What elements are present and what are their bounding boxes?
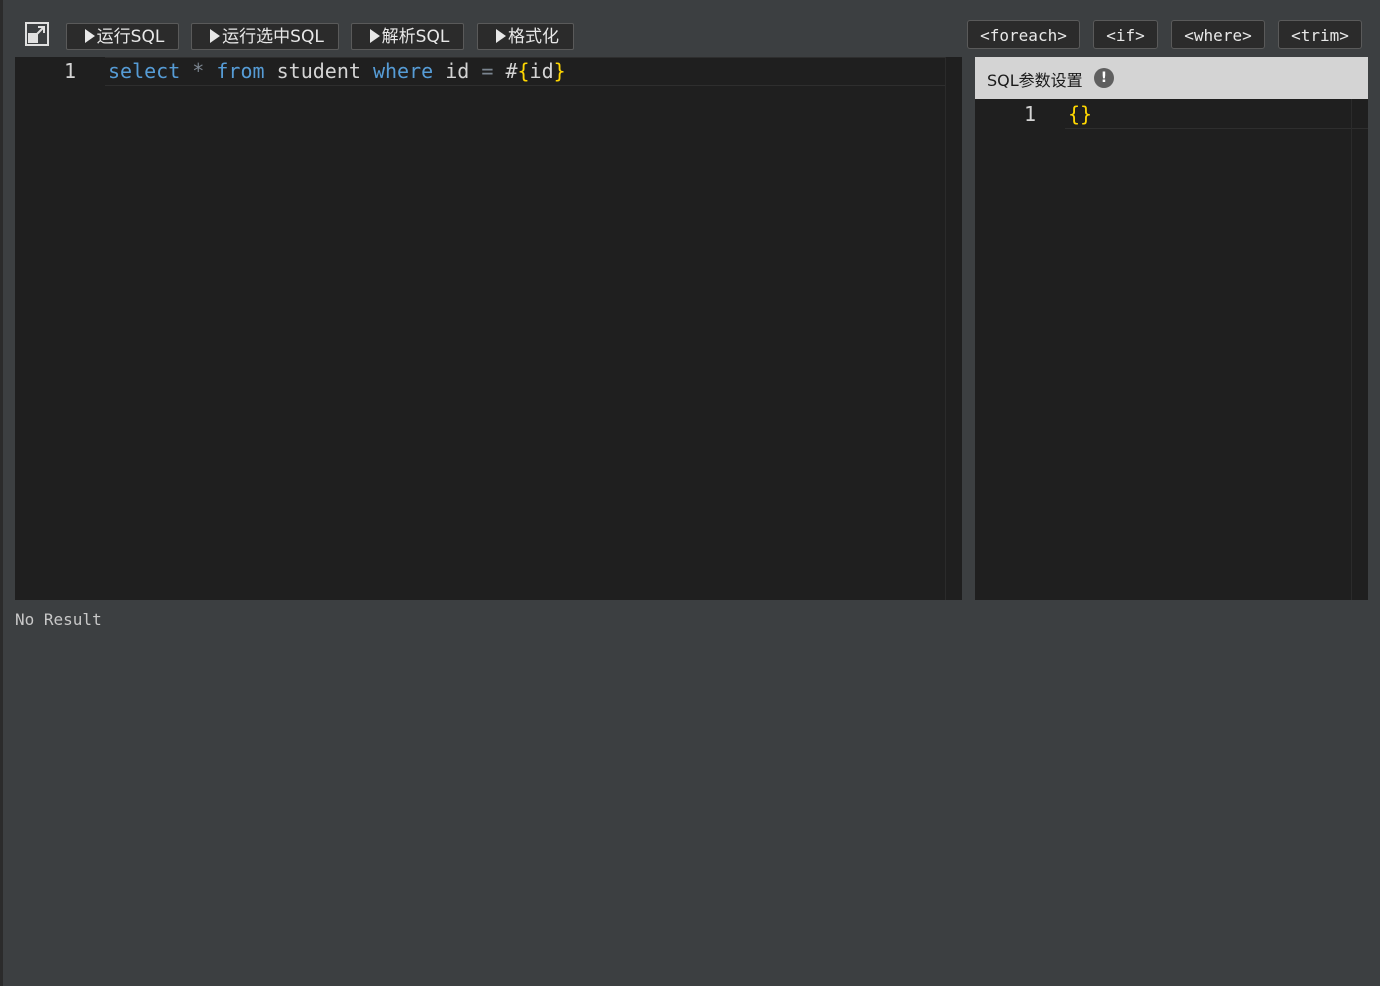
play-icon <box>496 29 506 43</box>
parse-sql-button[interactable]: 解析SQL <box>351 23 464 50</box>
foreach-tag-button[interactable]: <foreach> <box>967 20 1080 49</box>
info-icon[interactable]: ! <box>1094 68 1114 88</box>
params-header: SQL参数设置 ! <box>975 57 1368 99</box>
hash-symbol: # <box>505 59 518 83</box>
left-edge <box>0 0 3 986</box>
format-label: 格式化 <box>508 27 559 47</box>
trim-tag-button[interactable]: <trim> <box>1278 20 1362 49</box>
current-line-highlight <box>1065 100 1368 129</box>
result-text: No Result <box>15 610 102 629</box>
param-name: id <box>529 59 554 83</box>
params-panel: SQL参数设置 ! 1 {} <box>975 57 1368 600</box>
params-scrollbar[interactable] <box>1351 99 1368 600</box>
operator-star: * <box>192 59 205 83</box>
keyword-where: where <box>372 59 434 83</box>
sql-playground: 运行SQL 运行选中SQL 解析SQL 格式化 <foreach> <if> <… <box>0 0 1380 986</box>
keyword-select: select <box>108 59 181 83</box>
play-icon <box>210 29 221 43</box>
format-button[interactable]: 格式化 <box>477 23 574 50</box>
column-name: id <box>445 59 470 83</box>
where-tag-button[interactable]: <where> <box>1171 20 1265 49</box>
run-selected-sql-button[interactable]: 运行选中SQL <box>191 23 339 50</box>
editor-scrollbar[interactable] <box>945 57 962 600</box>
params-title: SQL参数设置 <box>987 71 1083 90</box>
right-brace: } <box>1080 102 1093 126</box>
line-number: 1 <box>64 59 77 83</box>
line-number: 1 <box>1024 102 1037 126</box>
parse-sql-label: 解析SQL <box>381 27 450 47</box>
fullscreen-icon[interactable] <box>25 22 49 46</box>
run-sql-button[interactable]: 运行SQL <box>66 23 179 50</box>
play-icon <box>369 29 380 43</box>
sql-editor[interactable]: 1 select * from student where id = #{id} <box>15 57 962 600</box>
if-tag-button[interactable]: <if> <box>1093 20 1158 49</box>
play-icon <box>84 29 95 43</box>
left-brace: { <box>517 59 530 83</box>
run-selected-sql-label: 运行选中SQL <box>222 27 324 47</box>
code-line[interactable]: select * from student where id = #{id} <box>108 59 566 83</box>
operator-equals: = <box>481 59 494 83</box>
right-brace: } <box>553 59 566 83</box>
params-editor[interactable]: {} <box>1068 102 1092 126</box>
table-name: student <box>276 59 361 83</box>
keyword-from: from <box>216 59 265 83</box>
run-sql-label: 运行SQL <box>96 27 165 47</box>
left-brace: { <box>1068 102 1081 126</box>
